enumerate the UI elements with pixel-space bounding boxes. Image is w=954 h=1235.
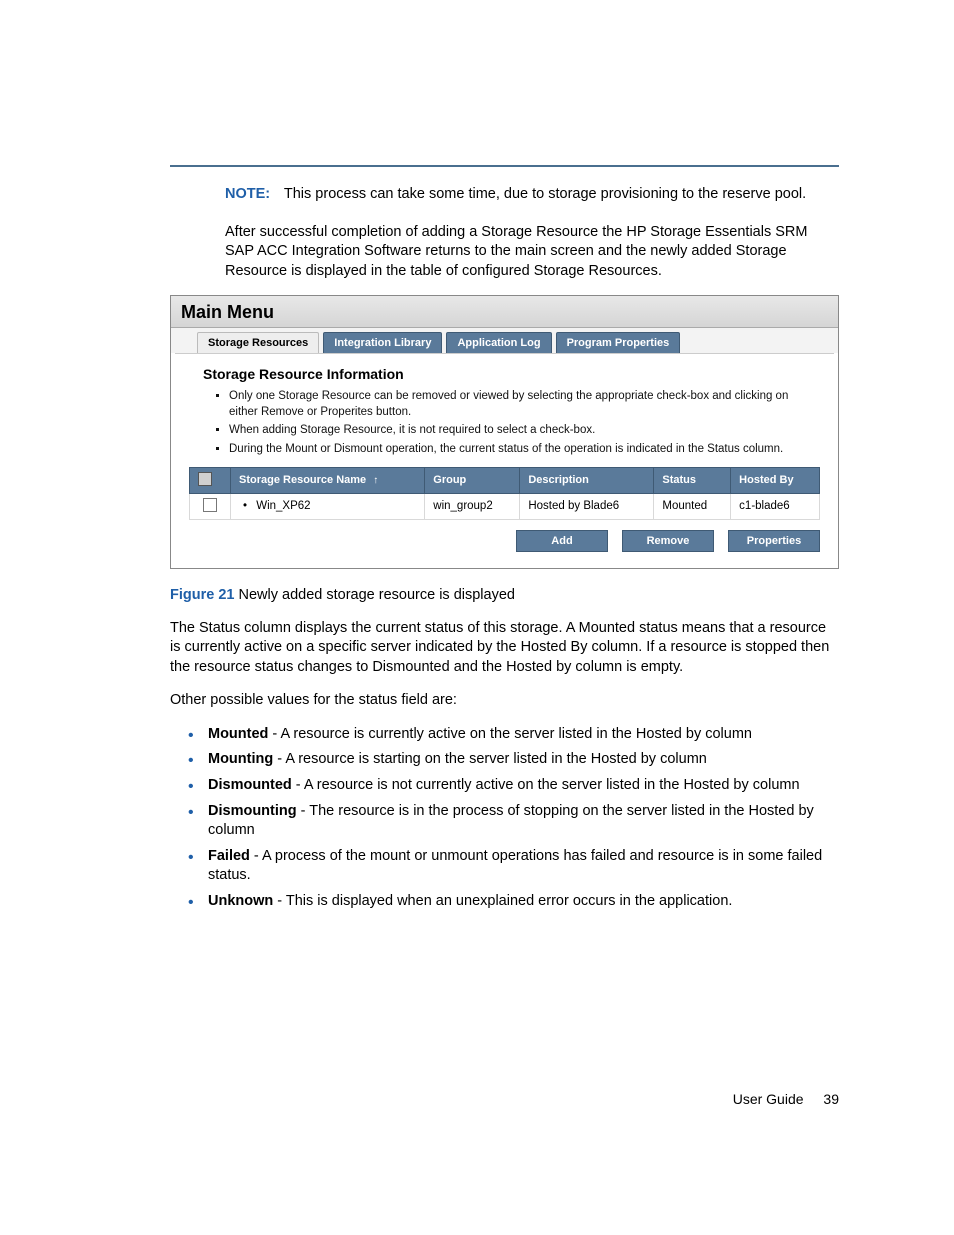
col-status[interactable]: Status <box>654 467 731 493</box>
row-checkbox[interactable] <box>203 498 217 512</box>
tab-bar: Storage Resources Integration Library Ap… <box>171 328 838 353</box>
bullet-icon: • <box>243 500 247 512</box>
tab-application-log[interactable]: Application Log <box>446 332 551 353</box>
add-button[interactable]: Add <box>516 530 608 552</box>
page-footer: User Guide 39 <box>170 1091 839 1107</box>
other-values-paragraph: Other possible values for the status fie… <box>170 691 839 711</box>
info-bullet: Only one Storage Resource can be removed… <box>229 388 820 420</box>
status-name: Mounted <box>208 726 268 742</box>
col-name-label: Storage Resource Name <box>239 474 366 486</box>
col-hosted-by[interactable]: Hosted By <box>731 467 820 493</box>
sort-asc-icon: ↑ <box>373 475 378 486</box>
cell-name-text: Win_XP62 <box>256 500 310 512</box>
cell-description: Hosted by Blade6 <box>520 493 654 519</box>
figure-caption: Figure 21 Newly added storage resource i… <box>170 587 839 603</box>
app-screenshot: Main Menu Storage Resources Integration … <box>170 295 839 568</box>
col-checkbox[interactable] <box>190 467 231 493</box>
status-item: Failed - A process of the mount or unmou… <box>188 847 839 886</box>
figure-label: Figure 21 <box>170 587 234 603</box>
status-name: Unknown <box>208 893 273 909</box>
info-list: Only one Storage Resource can be removed… <box>229 388 820 456</box>
status-item: Dismounted - A resource is not currently… <box>188 776 839 796</box>
cell-status: Mounted <box>654 493 731 519</box>
status-desc: - A resource is starting on the server l… <box>273 751 707 767</box>
info-bullet: During the Mount or Dismount operation, … <box>229 441 820 457</box>
window-title: Main Menu <box>171 296 838 328</box>
table-row[interactable]: • Win_XP62 win_group2 Hosted by Blade6 M… <box>190 493 820 519</box>
tab-storage-resources[interactable]: Storage Resources <box>197 332 319 353</box>
note-text: This process can take some time, due to … <box>284 186 806 202</box>
horizontal-rule <box>170 165 839 167</box>
status-desc: - A process of the mount or unmount oper… <box>208 848 822 884</box>
resource-table: Storage Resource Name ↑ Group Descriptio… <box>189 467 820 520</box>
status-desc: - The resource is in the process of stop… <box>208 803 814 839</box>
header-checkbox[interactable] <box>198 472 212 486</box>
status-name: Failed <box>208 848 250 864</box>
col-name[interactable]: Storage Resource Name ↑ <box>231 467 425 493</box>
footer-page-number: 39 <box>823 1091 839 1107</box>
status-list: Mounted - A resource is currently active… <box>188 725 839 912</box>
status-item: Dismounting - The resource is in the pro… <box>188 802 839 841</box>
panel: Storage Resource Information Only one St… <box>175 353 834 563</box>
info-bullet: When adding Storage Resource, it is not … <box>229 422 820 438</box>
tab-integration-library[interactable]: Integration Library <box>323 332 442 353</box>
status-item: Mounted - A resource is currently active… <box>188 725 839 745</box>
intro-paragraph: After successful completion of adding a … <box>225 223 839 282</box>
cell-hosted-by: c1-blade6 <box>731 493 820 519</box>
remove-button[interactable]: Remove <box>622 530 714 552</box>
panel-heading: Storage Resource Information <box>203 366 820 382</box>
note-line: NOTE: This process can take some time, d… <box>225 185 839 205</box>
status-item: Mounting - A resource is starting on the… <box>188 750 839 770</box>
col-description[interactable]: Description <box>520 467 654 493</box>
figure-caption-text: Newly added storage resource is displaye… <box>239 587 515 603</box>
button-row: Add Remove Properties <box>189 530 820 552</box>
note-label: NOTE: <box>225 186 270 202</box>
status-name: Dismounting <box>208 803 297 819</box>
cell-group: win_group2 <box>425 493 520 519</box>
col-group[interactable]: Group <box>425 467 520 493</box>
cell-name: • Win_XP62 <box>231 493 425 519</box>
properties-button[interactable]: Properties <box>728 530 820 552</box>
footer-doc-name: User Guide <box>733 1091 804 1107</box>
status-item: Unknown - This is displayed when an unex… <box>188 892 839 912</box>
tab-program-properties[interactable]: Program Properties <box>556 332 681 353</box>
status-name: Mounting <box>208 751 273 767</box>
status-desc: - A resource is not currently active on … <box>292 777 800 793</box>
status-desc: - This is displayed when an unexplained … <box>273 893 732 909</box>
status-intro-paragraph: The Status column displays the current s… <box>170 619 839 678</box>
status-desc: - A resource is currently active on the … <box>268 726 752 742</box>
status-name: Dismounted <box>208 777 292 793</box>
